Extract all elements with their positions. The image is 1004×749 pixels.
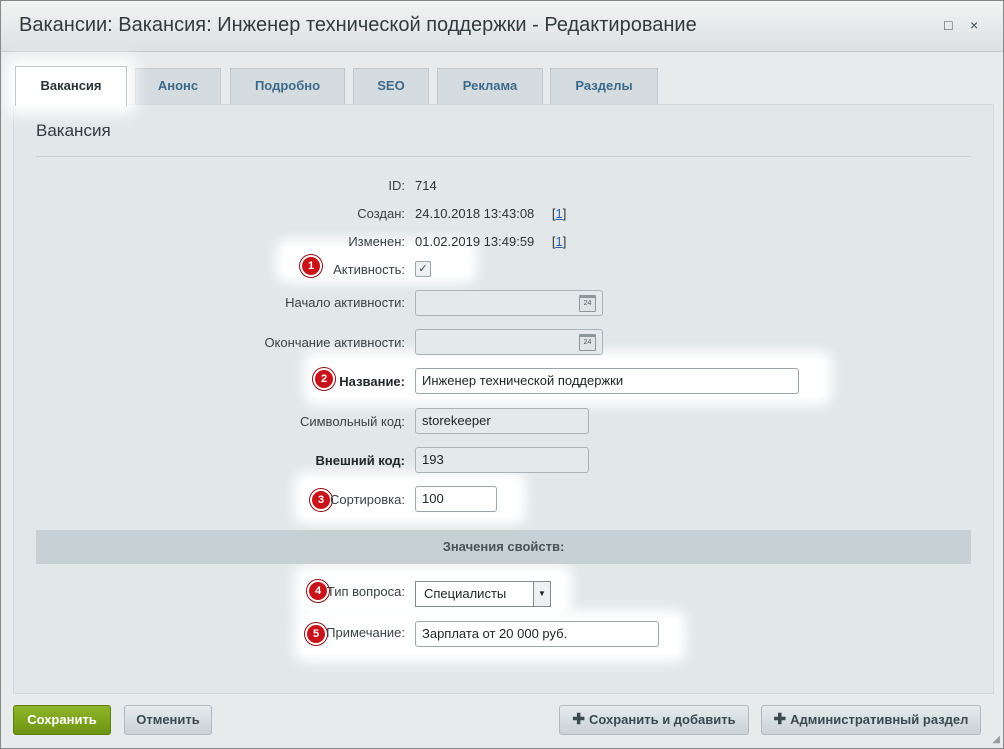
- chevron-down-icon[interactable]: ▼: [533, 582, 550, 606]
- created-label: Создан:: [357, 206, 405, 221]
- tab-seo[interactable]: SEO: [353, 68, 429, 104]
- id-value: 714: [415, 178, 437, 193]
- active-label: Активность:: [333, 262, 405, 277]
- badge-2: 2: [313, 368, 335, 390]
- form-panel: Вакансия ID: 714 Создан: 24.10.2018 13:4…: [13, 104, 994, 694]
- badge-5: 5: [305, 623, 327, 645]
- note-input[interactable]: Зарплата от 20 000 руб.: [415, 621, 659, 647]
- created-user-link[interactable]: 1: [556, 206, 563, 221]
- active-to-input[interactable]: 24: [415, 329, 603, 355]
- question-type-label: Тип вопроса:: [326, 584, 405, 599]
- name-label: Название:: [339, 374, 405, 389]
- close-icon[interactable]: ×: [970, 17, 978, 33]
- save-button[interactable]: Сохранить: [13, 705, 111, 735]
- admin-section-button[interactable]: ✚ Административный раздел: [761, 705, 981, 735]
- tab-advertising[interactable]: Реклама: [437, 68, 543, 104]
- note-label: Примечание:: [326, 625, 405, 640]
- panel-title: Вакансия: [36, 121, 111, 140]
- modified-user-link[interactable]: 1: [556, 234, 563, 249]
- modified-value: 01.02.2019 13:49:59 [1]: [415, 234, 567, 249]
- tab-vacancy[interactable]: Вакансия: [15, 66, 127, 106]
- plus-icon: ✚: [572, 711, 585, 728]
- sort-input[interactable]: 100: [415, 486, 497, 512]
- badge-3: 3: [310, 489, 332, 511]
- cancel-button[interactable]: Отменить: [124, 705, 212, 735]
- tab-announce[interactable]: Анонс: [135, 68, 221, 104]
- code-label: Символьный код:: [299, 414, 405, 429]
- created-value: 24.10.2018 13:43:08 [1]: [415, 206, 567, 221]
- calendar-icon[interactable]: 24: [579, 334, 596, 351]
- modified-date: 01.02.2019 13:49:59: [415, 234, 535, 249]
- tab-bar: Вакансия Анонс Подробно SEO Реклама Разд…: [1, 51, 1003, 106]
- badge-1: 1: [300, 255, 322, 277]
- external-code-label: Внешний код:: [315, 453, 405, 468]
- footer: Сохранить Отменить ✚ Сохранить и добавить…: [1, 693, 1003, 748]
- tab-details[interactable]: Подробно: [230, 68, 345, 104]
- plus-icon: ✚: [773, 711, 787, 728]
- active-from-label: Начало активности:: [285, 295, 405, 310]
- code-input[interactable]: storekeeper: [415, 408, 589, 434]
- id-label: ID:: [388, 178, 405, 193]
- divider: [36, 156, 971, 157]
- external-code-input[interactable]: 193: [415, 447, 589, 473]
- edit-window: Вакансии: Вакансия: Инженер технической …: [0, 0, 1004, 749]
- question-type-value: Специалисты: [424, 586, 507, 601]
- window-title: Вакансии: Вакансия: Инженер технической …: [19, 14, 697, 36]
- calendar-icon[interactable]: 24: [579, 295, 596, 312]
- properties-section-header: Значения свойств:: [36, 530, 971, 564]
- badge-4: 4: [307, 580, 329, 602]
- resize-handle-icon[interactable]: ◢: [992, 734, 1000, 745]
- title-bar: Вакансии: Вакансия: Инженер технической …: [1, 1, 1003, 52]
- sort-label: Сортировка:: [330, 492, 405, 507]
- tab-sections[interactable]: Разделы: [550, 68, 658, 104]
- modified-label: Изменен:: [348, 234, 405, 249]
- active-to-label: Окончание активности:: [264, 335, 405, 350]
- question-type-select[interactable]: Специалисты ▼: [415, 581, 551, 607]
- save-and-add-button[interactable]: ✚ Сохранить и добавить: [559, 705, 749, 735]
- created-date: 24.10.2018 13:43:08: [415, 206, 535, 221]
- active-from-input[interactable]: 24: [415, 290, 603, 316]
- active-checkbox[interactable]: ✓: [415, 261, 431, 277]
- name-input[interactable]: Инженер технической поддержки: [415, 368, 799, 394]
- maximize-icon[interactable]: □: [944, 17, 952, 33]
